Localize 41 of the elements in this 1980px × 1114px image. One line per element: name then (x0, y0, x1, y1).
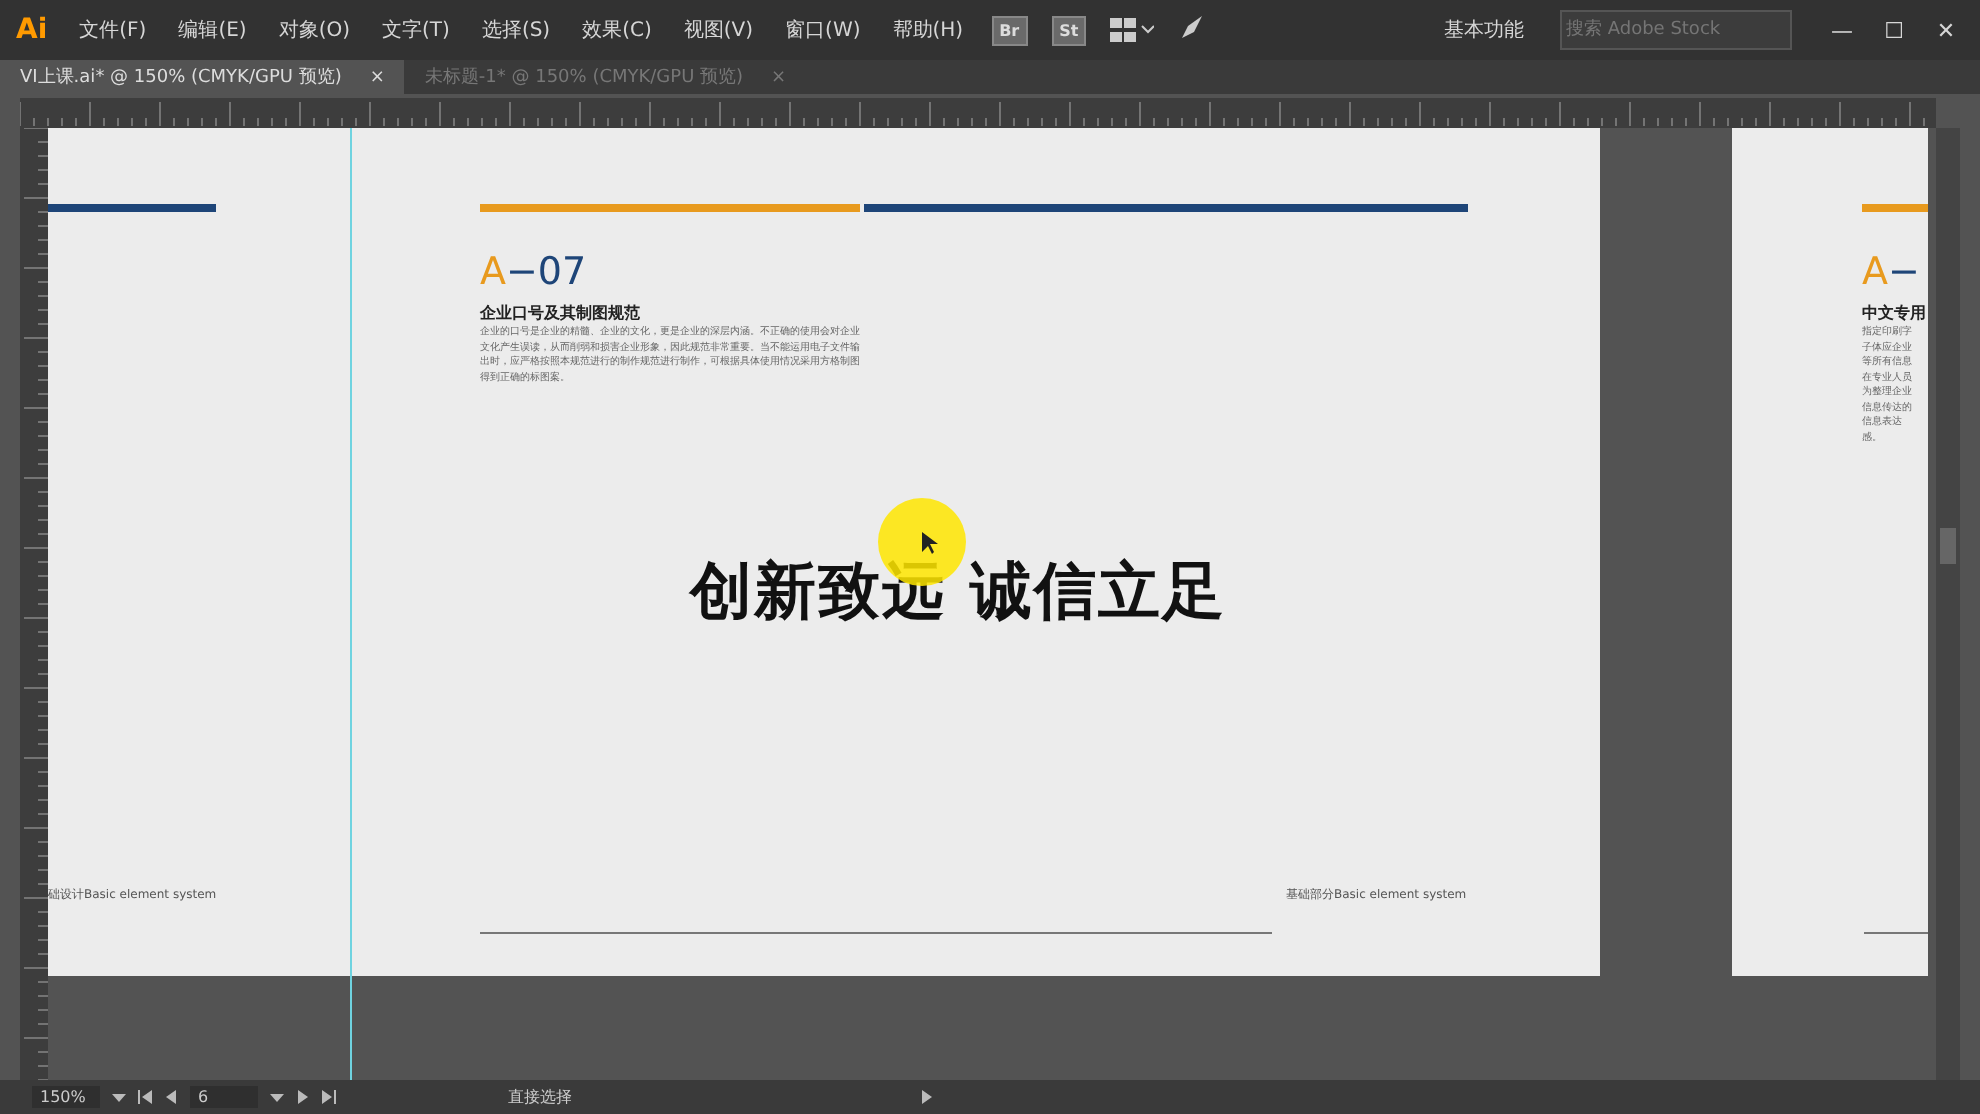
menu-item[interactable]: 编辑(E) (162, 10, 263, 50)
window-control[interactable]: ☐ (1868, 17, 1920, 43)
menu-item[interactable]: 视图(V) (667, 10, 770, 50)
section-subtitle: 中文专用 (1862, 302, 1926, 324)
workspace-switcher[interactable]: 基本功能 (1432, 12, 1536, 48)
tab-title: 未标题-1* @ 150% (CMYK/GPU 预览) (424, 65, 744, 90)
last-page-icon[interactable] (322, 1090, 336, 1104)
search-field[interactable]: 搜索 Adobe Stock (1560, 10, 1792, 50)
menu-item[interactable]: 窗口(W) (769, 10, 877, 50)
close-icon[interactable]: × (369, 67, 385, 87)
window-control[interactable]: ✕ (1920, 17, 1972, 43)
first-page-icon[interactable] (138, 1090, 152, 1104)
document-tab[interactable]: VI上课.ai* @ 150% (CMYK/GPU 预览) × (0, 60, 405, 94)
dropdown-caret-icon[interactable] (270, 1090, 284, 1104)
section-code: A− (1862, 250, 1920, 294)
page-field[interactable]: 6 (190, 1086, 258, 1108)
vertical-scrollbar[interactable] (1936, 128, 1960, 1080)
menu-item[interactable]: 对象(O) (262, 10, 367, 50)
current-tool-label: 直接选择 (508, 1086, 574, 1108)
menu-item[interactable]: 文字(T) (366, 10, 466, 50)
menu-item[interactable]: 文件(F) (63, 10, 163, 50)
app-logo: Ai (14, 14, 50, 46)
window-control[interactable]: — (1816, 17, 1868, 43)
dropdown-caret-icon[interactable] (112, 1090, 126, 1104)
toolbar-button[interactable]: Br (991, 15, 1028, 45)
accent-bar (1862, 204, 1928, 212)
play-icon[interactable] (920, 1090, 934, 1104)
grid-layout-icon[interactable] (1110, 17, 1155, 41)
section-code: A−07 (480, 250, 587, 294)
next-page-icon[interactable] (296, 1090, 310, 1104)
menu-item[interactable]: 效果(C) (566, 10, 668, 50)
slogan-text: 诚信立足 (970, 562, 1226, 624)
zoom-field[interactable]: 150% (32, 1086, 100, 1108)
section-subtitle: 企业口号及其制图规范 (480, 302, 640, 324)
pointer-icon (922, 532, 938, 556)
rocket-icon[interactable] (1178, 13, 1207, 41)
tab-title: VI上课.ai* @ 150% (CMYK/GPU 预览) (20, 65, 342, 90)
previous-page-icon[interactable] (164, 1090, 178, 1104)
menu-item[interactable]: 帮助(H) (876, 10, 980, 50)
toolbar-button[interactable]: St (1051, 15, 1087, 45)
menu-item[interactable]: 选择(S) (465, 10, 567, 50)
